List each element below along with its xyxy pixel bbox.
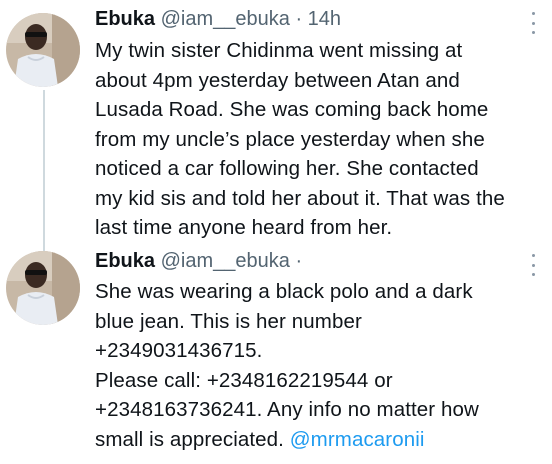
- tweet-text-line: +2348163736241. Any info no matter how: [95, 398, 479, 421]
- tweet-text-line: last time anyone heard from her.: [95, 216, 393, 239]
- tweet-text-line: Please call: +2348162219544 or: [95, 368, 393, 392]
- tweet-text-line: She was wearing a black polo and a dark: [95, 280, 473, 303]
- separator-dot: ·: [295, 250, 303, 272]
- more-options-icon[interactable]: [530, 12, 536, 34]
- author-name[interactable]: Ebuka: [95, 8, 155, 30]
- tweet-text-line: My twin sister Chidinma went missing at: [95, 39, 463, 62]
- tweet-text-line: from my uncle’s place yesterday when she: [95, 127, 485, 151]
- separator-dot: ·: [295, 8, 303, 30]
- tweet[interactable]: Ebuka @iam__ebuka · She was wearing a bl…: [0, 250, 552, 464]
- tweet-header: Ebuka @iam__ebuka · 14h: [95, 6, 341, 32]
- tweet-header: Ebuka @iam__ebuka ·: [95, 248, 302, 274]
- tweet-text: She was wearing a black polo and a dark …: [95, 277, 547, 454]
- tweet-text-last-line: small is appreciated. @mrmacaronii: [95, 425, 547, 455]
- author-name[interactable]: Ebuka: [95, 250, 155, 272]
- avatar[interactable]: [6, 13, 80, 87]
- tweet-text-line: my kid sis and told her about it. That w…: [95, 186, 505, 210]
- avatar[interactable]: [6, 251, 80, 325]
- tweet-text-line: noticed a car following her. She contact…: [95, 157, 479, 180]
- tweet-text-fragment: small is appreciated.: [95, 427, 290, 451]
- author-handle[interactable]: @iam__ebuka: [161, 8, 290, 30]
- mention-link[interactable]: @mrmacaronii: [290, 428, 425, 451]
- tweet-text-line: Lusada Road. She was coming back home: [95, 98, 489, 121]
- timestamp[interactable]: 14h: [308, 8, 341, 30]
- tweet-text-line: blue jean. This is her number: [95, 309, 362, 333]
- tweet-text-line: about 4pm yesterday between Atan and: [95, 68, 460, 92]
- tweet-text: My twin sister Chidinma went missing at …: [95, 36, 547, 243]
- more-options-icon[interactable]: [530, 254, 536, 276]
- author-handle[interactable]: @iam__ebuka: [161, 250, 290, 272]
- tweet[interactable]: Ebuka @iam__ebuka · 14h My twin sister C…: [0, 0, 552, 250]
- tweet-text-line: +2349031436715.: [95, 339, 263, 362]
